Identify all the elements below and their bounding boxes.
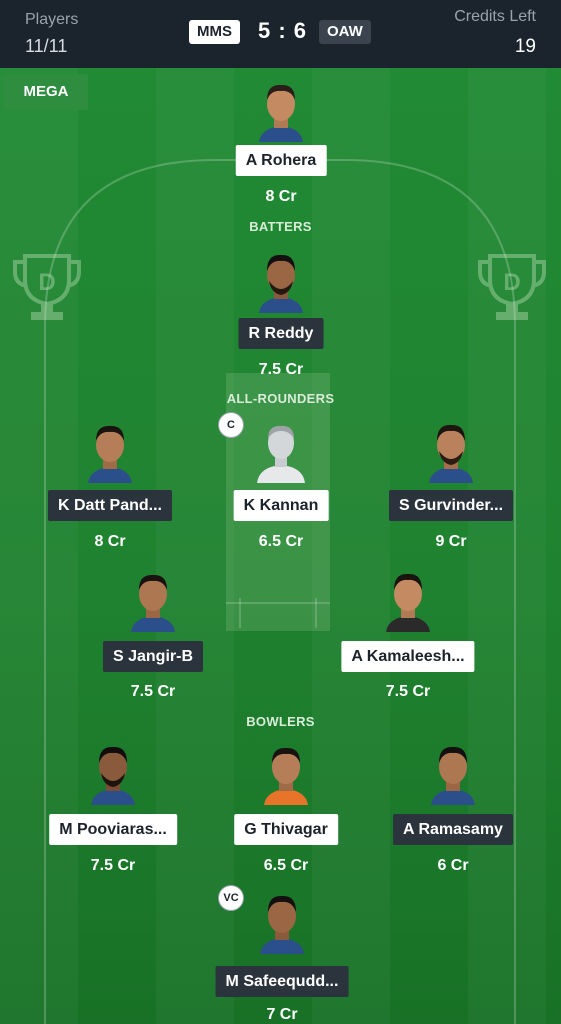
player-avatar-icon [429, 424, 473, 483]
dream-trophy-icon: D [13, 254, 81, 320]
player-name: A Ramasamy [393, 814, 513, 845]
captain-badge: C [218, 412, 244, 438]
section-title-batters: BATTERS [249, 219, 312, 234]
player-name: K Datt Pand... [47, 490, 173, 521]
player-name: S Gurvinder... [388, 490, 514, 521]
svg-text:D: D [503, 269, 520, 296]
player-name: G Thivagar [234, 814, 338, 845]
player-credits: 7.5 Cr [130, 683, 176, 700]
team-split-score: 5 : 6 [258, 18, 308, 43]
player-credits: 8 Cr [265, 188, 297, 205]
player-avatar-icon [259, 254, 303, 313]
player-credits: 8 Cr [94, 533, 126, 550]
player-credits: 7 Cr [266, 1006, 298, 1023]
placeholder-avatar-icon [257, 425, 305, 483]
player-avatar-icon [264, 747, 308, 805]
player-name: M Pooviaras... [49, 814, 177, 845]
player-avatar-icon [91, 746, 135, 805]
dream-trophy-icon: D [478, 254, 546, 320]
player-name: M Safeequdd... [215, 966, 349, 997]
player-name: S Jangir-B [102, 641, 204, 672]
player-avatar-icon [431, 746, 475, 805]
credits-left-value: 19 [514, 36, 536, 57]
cricket-field: D D MEGA A Rohera 8 Cr BATTERS R Reddy 7 [0, 68, 561, 1024]
player-avatar-icon [88, 425, 132, 483]
player-credits: 6.5 Cr [263, 857, 309, 874]
player-name: R Reddy [238, 318, 324, 349]
player-avatar-icon [259, 84, 303, 142]
player-avatar-icon [131, 574, 175, 632]
player-credits: 9 Cr [435, 533, 467, 550]
team-b-chip: OAW [319, 20, 371, 44]
players-label: Players [25, 11, 79, 28]
section-title-allrounders: ALL-ROUNDERS [226, 391, 335, 406]
team-preview-header: Players 11/11 MMS 5 : 6 OAW Credits Left… [0, 0, 561, 68]
section-title-bowlers: BOWLERS [246, 714, 315, 729]
player-avatar-icon [386, 573, 430, 632]
credits-left-label: Credits Left [454, 8, 536, 25]
team-a-chip: MMS [189, 20, 240, 44]
player-name: K Kannan [233, 490, 329, 521]
player-credits: 7.5 Cr [385, 683, 431, 700]
mega-contest-badge: MEGA [4, 74, 88, 110]
svg-text:D: D [38, 269, 55, 296]
vice-captain-badge: VC [218, 885, 244, 911]
players-count: 11/11 [25, 36, 68, 56]
player-name: A Rohera [235, 145, 327, 176]
player-credits: 6 Cr [437, 857, 469, 874]
player-credits: 7.5 Cr [258, 361, 304, 378]
player-avatar-icon [260, 895, 304, 954]
player-credits: 6.5 Cr [258, 533, 304, 550]
player-name: A Kamaleesh... [341, 641, 475, 672]
player-credits: 7.5 Cr [90, 857, 136, 874]
